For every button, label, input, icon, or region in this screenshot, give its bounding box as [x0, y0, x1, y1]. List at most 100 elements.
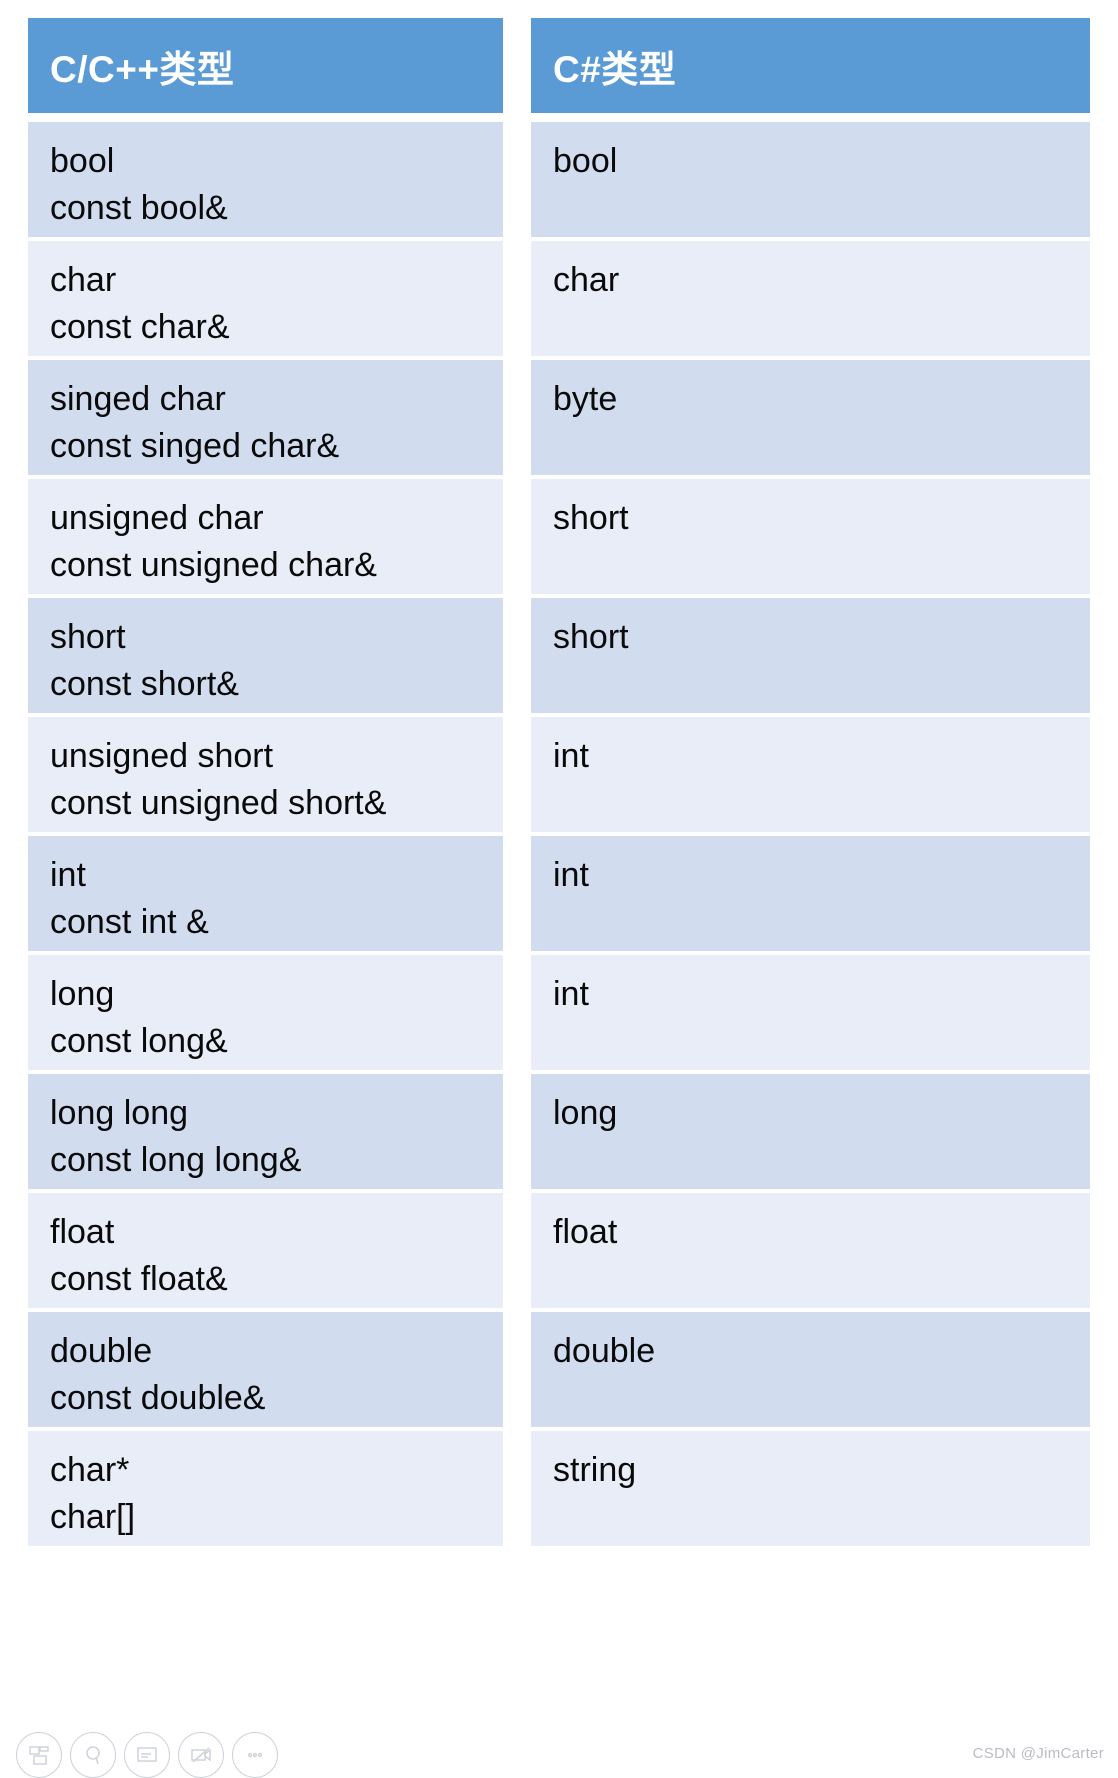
- cell-cpp-type: char* char[]: [28, 1431, 503, 1546]
- column-gap: [503, 479, 531, 594]
- layout-slides-icon[interactable]: [16, 1732, 62, 1778]
- cell-cpp-type: int const int &: [28, 836, 503, 951]
- cell-cpp-type: bool const bool&: [28, 122, 503, 237]
- cell-line-secondary: const long long&: [50, 1140, 302, 1179]
- cell-csharp-type: short: [531, 479, 1090, 594]
- cell-line-primary: float: [553, 1213, 618, 1251]
- cell-line-primary: char: [553, 261, 620, 299]
- column-gap: [503, 1074, 531, 1189]
- bottom-toolbar[interactable]: [16, 1732, 278, 1778]
- cell-line-primary: int: [553, 737, 589, 775]
- cell-line-secondary: const double&: [50, 1378, 266, 1417]
- cell-cpp-type: singed char const singed char&: [28, 360, 503, 475]
- circle-pen-icon[interactable]: [70, 1732, 116, 1778]
- cell-line-primary: unsigned short: [50, 737, 274, 775]
- cell-csharp-type: int: [531, 836, 1090, 951]
- table-row: char* char[] string: [28, 1431, 1090, 1546]
- table-row: double const double& double: [28, 1312, 1090, 1427]
- cell-csharp-type: string: [531, 1431, 1090, 1546]
- cell-line-primary: long long: [50, 1094, 189, 1132]
- header-row-gap: [28, 113, 1090, 122]
- csdn-watermark: CSDN @JimCarter: [972, 1745, 1104, 1762]
- cell-line-primary: short: [553, 499, 629, 537]
- table-body: C/C++类型 C#类型 bool const bool& bool char const …: [28, 18, 1090, 1546]
- header-column-gap: [503, 18, 531, 113]
- video-camera-off-icon[interactable]: [178, 1732, 224, 1778]
- column-gap: [503, 1312, 531, 1427]
- column-gap: [503, 955, 531, 1070]
- cell-line-primary: string: [553, 1451, 637, 1489]
- column-gap: [503, 836, 531, 951]
- cell-line-primary: bool: [553, 142, 618, 180]
- cell-line-primary: int: [553, 975, 589, 1013]
- table-row: int const int & int: [28, 836, 1090, 951]
- header-cell-csharp-type: C#类型: [531, 18, 1090, 113]
- gap-left: [28, 113, 503, 122]
- table-row: char const char& char: [28, 241, 1090, 356]
- cell-line-secondary: const float&: [50, 1259, 228, 1298]
- cell-line-primary: char: [50, 261, 117, 299]
- cell-csharp-type: float: [531, 1193, 1090, 1308]
- presentation-screen-icon[interactable]: [124, 1732, 170, 1778]
- cell-cpp-type: long long const long long&: [28, 1074, 503, 1189]
- cell-line-primary: float: [50, 1213, 115, 1251]
- cell-line-primary: short: [50, 618, 126, 656]
- table-row: float const float& float: [28, 1193, 1090, 1308]
- cell-line-primary: short: [553, 618, 629, 656]
- cell-line-primary: char*: [50, 1451, 130, 1489]
- column-gap: [503, 598, 531, 713]
- cell-line-primary: int: [553, 856, 589, 894]
- more-options-icon[interactable]: [232, 1732, 278, 1778]
- cell-line-primary: bool: [50, 142, 115, 180]
- column-gap: [503, 717, 531, 832]
- cell-line-secondary: const int &: [50, 902, 209, 941]
- column-gap: [503, 241, 531, 356]
- cell-csharp-type: double: [531, 1312, 1090, 1427]
- cell-line-primary: int: [50, 856, 86, 894]
- cell-line-primary: unsigned char: [50, 499, 264, 537]
- cell-cpp-type: short const short&: [28, 598, 503, 713]
- type-mapping-table: C/C++类型 C#类型 bool const bool& bool char const …: [28, 18, 1090, 1546]
- table-row: singed char const singed char& byte: [28, 360, 1090, 475]
- table-header-row: C/C++类型 C#类型: [28, 18, 1090, 113]
- cell-line-secondary: const char&: [50, 307, 230, 346]
- table-row: short const short& short: [28, 598, 1090, 713]
- column-gap: [503, 1193, 531, 1308]
- cell-line-secondary: const long&: [50, 1021, 228, 1060]
- gap-mid: [503, 113, 531, 122]
- cell-csharp-type: short: [531, 598, 1090, 713]
- cell-line-secondary: const short&: [50, 664, 239, 703]
- cell-csharp-type: long: [531, 1074, 1090, 1189]
- column-gap: [503, 1431, 531, 1546]
- cell-line-secondary: const unsigned short&: [50, 783, 387, 822]
- table-row: long const long& int: [28, 955, 1090, 1070]
- cell-line-secondary: const bool&: [50, 188, 228, 227]
- cell-csharp-type: bool: [531, 122, 1090, 237]
- table-row: long long const long long& long: [28, 1074, 1090, 1189]
- cell-cpp-type: unsigned short const unsigned short&: [28, 717, 503, 832]
- cell-csharp-type: byte: [531, 360, 1090, 475]
- cell-csharp-type: char: [531, 241, 1090, 356]
- cell-line-primary: double: [50, 1332, 153, 1370]
- cell-cpp-type: float const float&: [28, 1193, 503, 1308]
- cell-cpp-type: double const double&: [28, 1312, 503, 1427]
- cell-cpp-type: long const long&: [28, 955, 503, 1070]
- cell-line-secondary: const unsigned char&: [50, 545, 377, 584]
- cell-csharp-type: int: [531, 955, 1090, 1070]
- cell-line-primary: long: [50, 975, 115, 1013]
- table-row: bool const bool& bool: [28, 122, 1090, 237]
- table-row: unsigned char const unsigned char& short: [28, 479, 1090, 594]
- cell-cpp-type: char const char&: [28, 241, 503, 356]
- cell-cpp-type: unsigned char const unsigned char&: [28, 479, 503, 594]
- cell-line-primary: double: [553, 1332, 656, 1370]
- cell-csharp-type: int: [531, 717, 1090, 832]
- header-cell-cpp-type: C/C++类型: [28, 18, 503, 113]
- cell-line-secondary: const singed char&: [50, 426, 340, 465]
- cell-line-primary: long: [553, 1094, 618, 1132]
- column-gap: [503, 122, 531, 237]
- cell-line-secondary: char[]: [50, 1497, 136, 1536]
- column-gap: [503, 360, 531, 475]
- gap-right: [531, 113, 1090, 122]
- table-row: unsigned short const unsigned short& int: [28, 717, 1090, 832]
- cell-line-primary: byte: [553, 380, 618, 418]
